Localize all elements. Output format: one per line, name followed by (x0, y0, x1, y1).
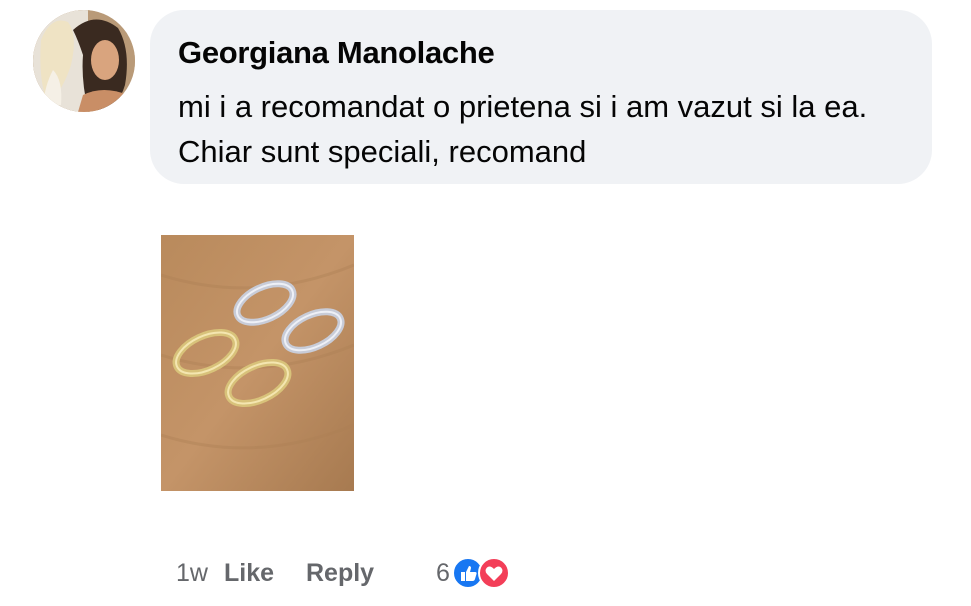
love-icon (477, 557, 510, 589)
comment-bubble: Georgiana Manolache mi i a recomandat o … (150, 10, 932, 184)
profile-photo-icon (33, 10, 135, 112)
comment-text: mi i a recomandat o prietena si i am vaz… (178, 89, 868, 169)
comment-timestamp[interactable]: 1w (176, 559, 224, 588)
like-button[interactable]: Like (224, 559, 306, 588)
reaction-count: 6 (436, 558, 450, 587)
photo-hoop-earrings-icon (161, 235, 354, 491)
comment-footer: 1w Like Reply 6 (176, 553, 510, 593)
comment-attachment-photo[interactable] (161, 235, 354, 491)
avatar[interactable] (33, 10, 135, 112)
comment-author[interactable]: Georgiana Manolache (178, 34, 932, 72)
reply-button[interactable]: Reply (306, 559, 436, 588)
reactions-summary[interactable]: 6 (436, 557, 510, 589)
